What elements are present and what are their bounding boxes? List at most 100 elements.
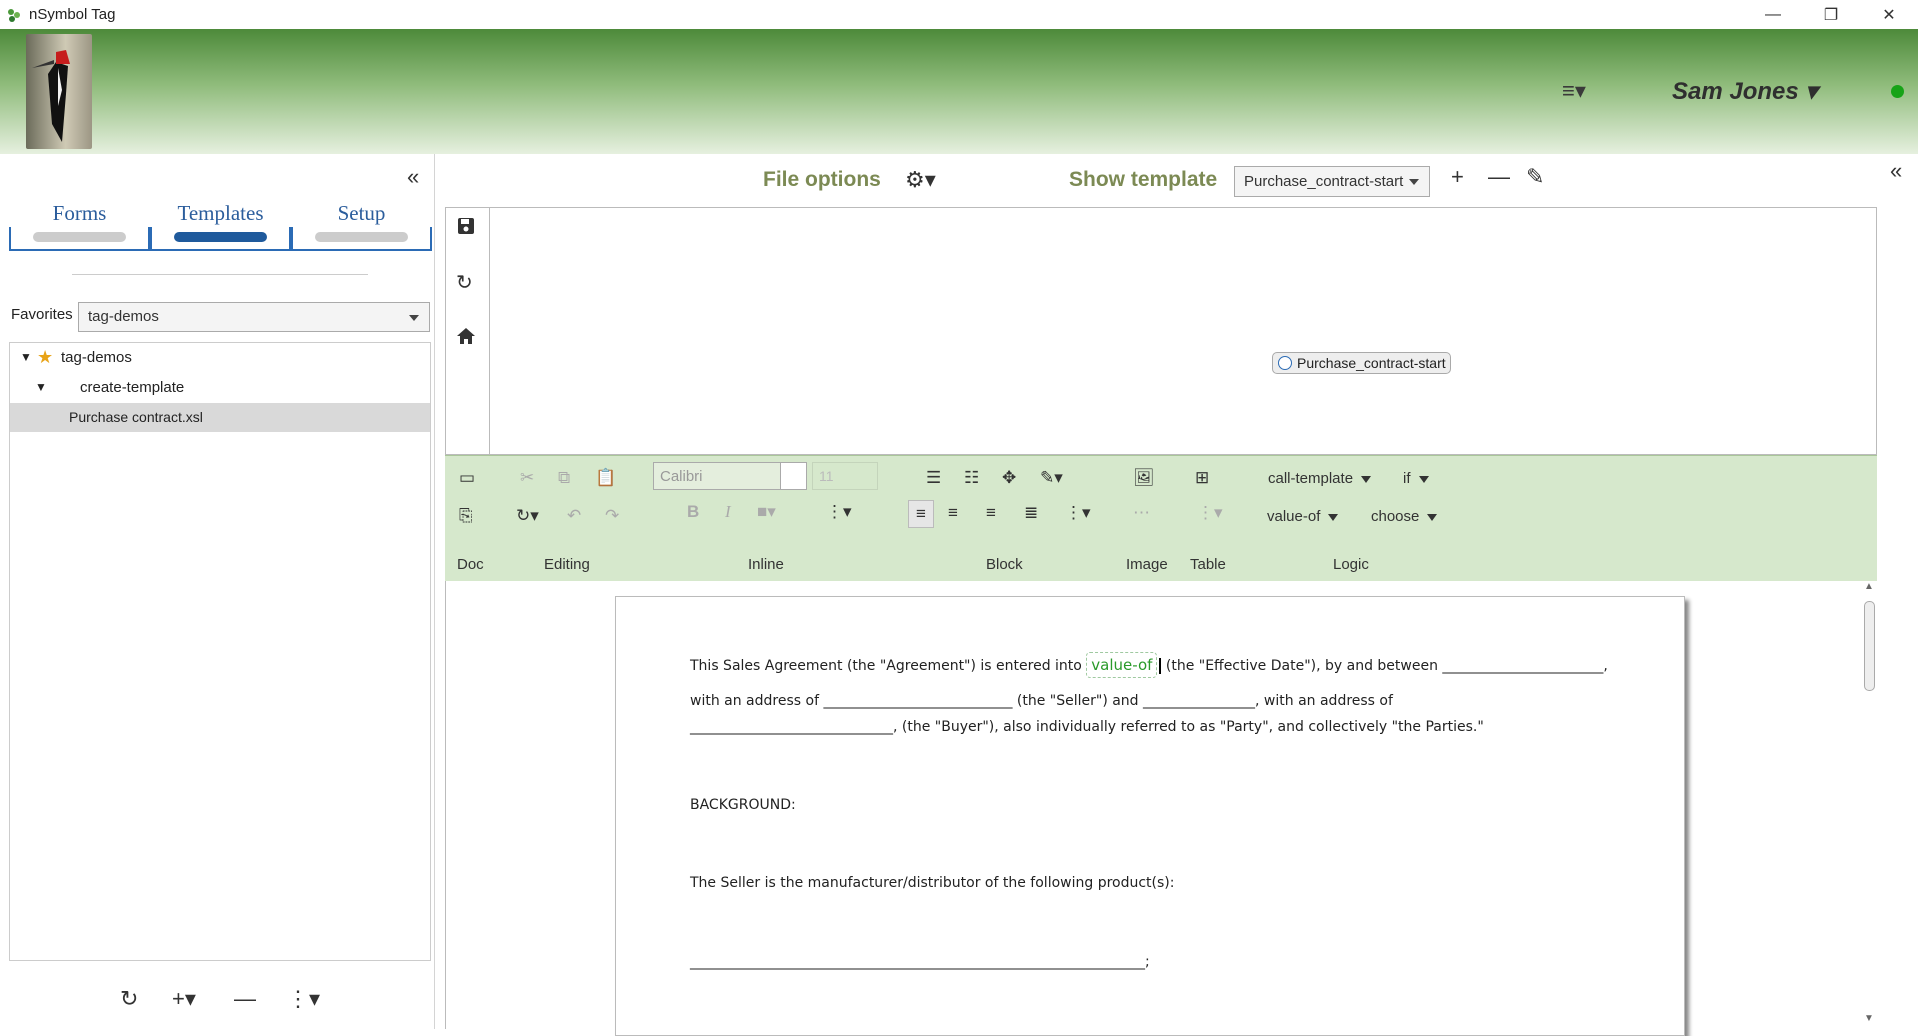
template-select[interactable]: Purchase_contract-start xyxy=(1234,166,1430,197)
bold-button[interactable]: B xyxy=(687,502,699,522)
tab-forms[interactable]: Forms xyxy=(9,199,150,251)
move-icon[interactable]: ✥ xyxy=(1002,468,1016,488)
document-scrollbar[interactable]: ▲ ▼ xyxy=(1860,581,1878,1029)
style-pen-icon[interactable]: ✎▾ xyxy=(1040,468,1063,488)
radio-icon xyxy=(1278,356,1292,370)
doc-text: (the "Effective Date"), by and between _… xyxy=(1165,658,1608,674)
doc-window-icon[interactable]: ▭ xyxy=(459,468,475,488)
remove-button[interactable]: — xyxy=(234,986,256,1012)
collapse-right-icon[interactable]: « xyxy=(1890,158,1902,184)
font-value: Calibri xyxy=(660,468,703,485)
add-template-button[interactable]: + xyxy=(1451,164,1464,190)
file-options-bar: File options ⚙▾ Show template Purchase_c… xyxy=(443,154,1877,207)
value-of-label: value-of xyxy=(1267,508,1321,525)
tab-indicator xyxy=(291,227,432,251)
more-inline-icon[interactable]: ⋮▾ xyxy=(826,502,852,522)
tree-toolbar: ↻ +▾ — ⋮▾ xyxy=(2,978,435,1028)
main-menu-icon[interactable]: ≡▾ xyxy=(1562,80,1600,102)
tab-setup[interactable]: Setup xyxy=(291,199,432,251)
text-cursor xyxy=(1159,658,1162,674)
find-replace-icon[interactable]: ↻▾ xyxy=(516,506,539,526)
group-label-logic: Logic xyxy=(1333,556,1369,573)
bullet-list-icon[interactable]: ☰ xyxy=(926,468,941,488)
scroll-up-icon[interactable]: ▲ xyxy=(1864,581,1874,592)
doc-line-2: with an address of _____________________… xyxy=(690,693,1393,709)
font-size-value: 11 xyxy=(819,468,834,484)
choose-select[interactable]: choose xyxy=(1371,508,1438,525)
tree-item-create-template[interactable]: ▼ create-template xyxy=(10,373,430,402)
tab-indicator xyxy=(150,227,291,251)
save-icon[interactable] xyxy=(456,216,476,242)
group-label-editing: Editing xyxy=(544,556,590,573)
chevron-down-icon xyxy=(409,315,419,321)
remove-template-button[interactable]: — xyxy=(1488,164,1510,190)
align-center-button[interactable]: ≡ xyxy=(948,503,958,523)
tree-item-label: tag-demos xyxy=(61,349,132,366)
document-page[interactable]: This Sales Agreement (the "Agreement") i… xyxy=(615,596,1685,1036)
cut-icon[interactable]: ✂ xyxy=(520,468,534,488)
tab-indicator xyxy=(9,227,150,251)
show-template-label: Show template xyxy=(1069,168,1218,191)
highlight-color-icon[interactable]: ■▾ xyxy=(757,502,776,522)
font-select[interactable]: Calibri xyxy=(653,462,807,490)
app-logo-icon xyxy=(8,8,20,22)
refresh-icon[interactable]: ↻ xyxy=(456,270,473,295)
doc-line-3: _____________________________, (the "Buy… xyxy=(690,719,1484,735)
editor-ribbon: ▭ ⎘ ✂ ⧉ 📋 ↻▾ ↶ ↷ Calibri 11 B I ■▾ ⋮▾ ☰ … xyxy=(445,455,1877,581)
gear-icon[interactable]: ⚙▾ xyxy=(905,167,936,193)
font-size-select[interactable]: 11 xyxy=(812,462,878,490)
chevron-down-icon xyxy=(1409,179,1419,185)
image-more-icon[interactable]: ⋯ xyxy=(1133,503,1150,523)
add-menu-button[interactable]: +▾ xyxy=(172,986,196,1012)
collapse-left-icon[interactable]: « xyxy=(407,164,419,190)
image-icon[interactable]: 🖼 xyxy=(1133,468,1155,488)
numbered-list-icon[interactable]: ☷ xyxy=(964,468,979,488)
tab-templates[interactable]: Templates xyxy=(150,199,291,251)
more-block-icon[interactable]: ⋮▾ xyxy=(1065,503,1091,523)
align-right-button[interactable]: ≡ xyxy=(986,503,996,523)
restore-button[interactable]: ❐ xyxy=(1802,0,1860,29)
divider xyxy=(72,274,368,275)
template-node[interactable]: Purchase_contract-start xyxy=(1272,352,1451,374)
justify-button[interactable]: ≣ xyxy=(1024,503,1038,523)
value-of-select[interactable]: value-of xyxy=(1267,508,1339,525)
more-menu-button[interactable]: ⋮▾ xyxy=(287,986,320,1012)
call-template-select[interactable]: call-template xyxy=(1268,470,1372,487)
align-left-button[interactable]: ≡ xyxy=(908,500,934,528)
file-tree: ▼ ★ tag-demos ▼ create-template Purchase… xyxy=(9,342,431,961)
tree-item-tag-demos[interactable]: ▼ ★ tag-demos xyxy=(10,343,430,372)
tree-item-label: Purchase contract.xsl xyxy=(69,409,203,425)
tree-item-purchase-contract[interactable]: Purchase contract.xsl xyxy=(10,403,430,432)
if-select[interactable]: if xyxy=(1403,470,1429,487)
refresh-icon[interactable]: ↻ xyxy=(120,986,138,1012)
group-label-doc: Doc xyxy=(457,556,484,573)
minimize-button[interactable]: — xyxy=(1744,0,1802,29)
user-menu[interactable]: Sam Jones ▾ xyxy=(1672,77,1817,106)
expand-triangle-icon[interactable]: ▼ xyxy=(35,373,47,402)
paste-icon[interactable]: 📋 xyxy=(595,468,616,488)
scroll-down-icon[interactable]: ▼ xyxy=(1864,1013,1874,1024)
woodpecker-logo xyxy=(26,34,92,149)
redo-icon[interactable]: ↷ xyxy=(605,506,619,526)
undo-icon[interactable]: ↶ xyxy=(567,506,581,526)
favorites-select[interactable]: tag-demos xyxy=(78,302,430,332)
doc-export-icon[interactable]: ⎘ xyxy=(459,506,473,526)
file-options-label[interactable]: File options xyxy=(763,168,881,192)
value-of-chip[interactable]: value-of xyxy=(1086,652,1158,678)
tab-templates-label: Templates xyxy=(177,201,264,225)
scroll-thumb[interactable] xyxy=(1864,601,1875,691)
home-icon[interactable] xyxy=(456,326,476,352)
doc-line-5: The Seller is the manufacturer/distribut… xyxy=(690,875,1175,891)
favorites-label: Favorites xyxy=(11,306,73,323)
group-label-table: Table xyxy=(1190,556,1226,573)
copy-icon[interactable]: ⧉ xyxy=(558,468,570,488)
close-button[interactable]: ✕ xyxy=(1860,0,1918,29)
title-bar: nSymbol Tag — ❐ ✕ xyxy=(0,0,1918,29)
pencil-icon[interactable]: ✎ xyxy=(1526,164,1544,190)
expand-triangle-icon[interactable]: ▼ xyxy=(20,343,32,372)
italic-button[interactable]: I xyxy=(725,502,731,522)
doc-text: This Sales Agreement (the "Agreement") i… xyxy=(690,658,1082,674)
table-icon[interactable]: ⊞ xyxy=(1195,468,1209,488)
table-more-icon[interactable]: ⋮▾ xyxy=(1197,503,1223,523)
left-tabs: Forms Templates Setup xyxy=(9,199,434,251)
